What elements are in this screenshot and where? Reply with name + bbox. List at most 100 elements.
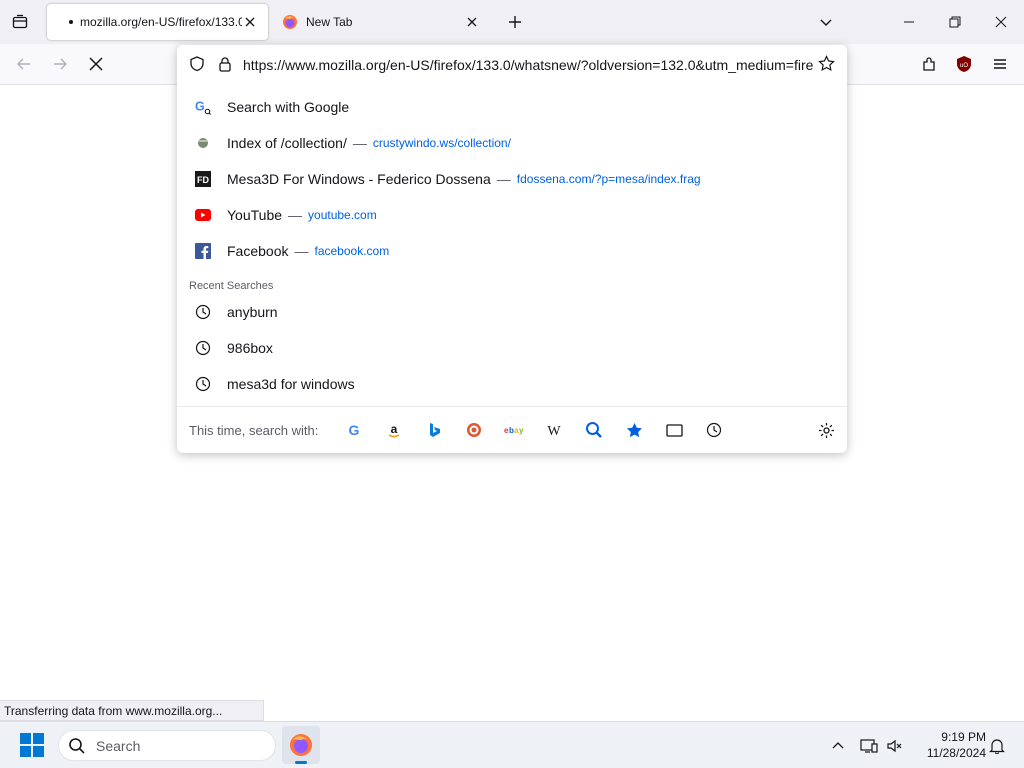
close-icon bbox=[467, 17, 477, 27]
urlbar[interactable]: https://www.mozilla.org/en-US/firefox/13… bbox=[177, 45, 847, 83]
suggestion-search-google[interactable]: G Search with Google bbox=[189, 90, 835, 124]
tab-close-button[interactable] bbox=[464, 14, 480, 30]
suggestion-title: YouTube bbox=[227, 207, 283, 223]
history-clock-icon[interactable] bbox=[704, 420, 724, 440]
stop-button[interactable] bbox=[84, 52, 108, 76]
app-menu-button[interactable] bbox=[988, 52, 1012, 76]
close-icon bbox=[995, 16, 1007, 28]
amazon-engine-icon[interactable]: a bbox=[384, 420, 404, 440]
recent-search-item[interactable]: anyburn bbox=[189, 295, 835, 329]
svg-text:G: G bbox=[195, 100, 205, 114]
ublock-button[interactable]: uO bbox=[952, 52, 976, 76]
youtube-icon bbox=[195, 207, 211, 223]
notifications-button[interactable] bbox=[987, 736, 1007, 756]
close-window-button[interactable] bbox=[978, 0, 1024, 44]
svg-text:y: y bbox=[519, 426, 524, 435]
speaker-muted-icon bbox=[887, 739, 902, 753]
clock-time: 9:19 PM bbox=[941, 730, 986, 744]
firefox-favicon bbox=[282, 14, 298, 30]
restore-button[interactable] bbox=[932, 0, 978, 44]
chevron-down-icon bbox=[820, 19, 832, 26]
search-icon bbox=[69, 737, 85, 754]
suggestion-top-site[interactable]: YouTube — youtube.com bbox=[189, 198, 835, 232]
suggestion-title: Mesa3D For Windows - Federico Dossena bbox=[227, 171, 491, 187]
bookmark-star-icon[interactable] bbox=[818, 55, 835, 77]
windows-taskbar: Search 9:19 PM 11/28/2024 bbox=[0, 721, 1024, 768]
svg-text:FD: FD bbox=[197, 175, 209, 185]
tracking-protection-shield-icon[interactable] bbox=[189, 56, 205, 77]
separator-dash: — bbox=[294, 243, 309, 259]
search-engine-magnifier-icon[interactable] bbox=[584, 420, 604, 440]
ebay-engine-icon[interactable]: ebay bbox=[504, 420, 524, 440]
forward-arrow-icon bbox=[54, 58, 67, 70]
urlbar-dropdown: https://www.mozilla.org/en-US/firefox/13… bbox=[177, 45, 847, 453]
network-button[interactable] bbox=[859, 736, 879, 756]
recent-search-item[interactable]: 986box bbox=[189, 331, 835, 365]
separator-dash: — bbox=[288, 207, 303, 223]
network-icon bbox=[860, 739, 878, 753]
google-engine-icon[interactable]: G bbox=[344, 420, 364, 440]
stop-icon bbox=[89, 57, 103, 71]
windows-logo-icon bbox=[20, 733, 44, 757]
ublock-shield-icon: uO bbox=[957, 56, 971, 72]
taskbar-clock[interactable]: 9:19 PM 11/28/2024 bbox=[914, 729, 986, 761]
suggestion-title: Index of /collection/ bbox=[227, 135, 347, 151]
suggestion-url: crustywindo.ws/collection/ bbox=[372, 136, 511, 150]
history-clock-icon bbox=[195, 376, 211, 392]
suggestion-title: Search with Google bbox=[227, 99, 350, 115]
bell-icon bbox=[989, 739, 1005, 754]
suggestion-top-site[interactable]: Facebook — facebook.com bbox=[189, 234, 835, 268]
facebook-icon bbox=[195, 243, 211, 259]
back-arrow-icon bbox=[17, 58, 30, 70]
separator-dash: — bbox=[352, 135, 367, 151]
recent-search-item[interactable]: mesa3d for windows bbox=[189, 367, 835, 401]
taskbar-search-box[interactable]: Search bbox=[58, 730, 276, 761]
search-placeholder: Search bbox=[96, 737, 141, 754]
hamburger-menu-icon bbox=[994, 59, 1006, 69]
tabs-icon[interactable] bbox=[664, 420, 684, 440]
firefox-view-button[interactable] bbox=[8, 10, 32, 34]
loading-indicator bbox=[69, 20, 73, 24]
search-settings-gear-icon[interactable] bbox=[816, 420, 836, 440]
puzzle-icon bbox=[923, 57, 935, 71]
bookmarks-star-icon[interactable] bbox=[624, 420, 644, 440]
svg-text:a: a bbox=[391, 422, 398, 436]
history-clock-icon bbox=[195, 340, 211, 356]
volume-button[interactable] bbox=[885, 736, 905, 756]
minimize-button[interactable] bbox=[886, 0, 932, 44]
bing-engine-icon[interactable] bbox=[424, 420, 444, 440]
status-panel: Transferring data from www.mozilla.org..… bbox=[0, 700, 264, 721]
suggestion-title: Facebook bbox=[227, 243, 289, 259]
tab-new-tab[interactable]: New Tab bbox=[272, 4, 490, 40]
extensions-button[interactable] bbox=[917, 52, 941, 76]
close-icon bbox=[245, 17, 255, 27]
new-tab-button[interactable] bbox=[505, 12, 525, 32]
back-button[interactable] bbox=[12, 52, 36, 76]
start-button[interactable] bbox=[20, 733, 44, 757]
recent-searches-heading: Recent Searches bbox=[189, 280, 274, 292]
tab-strip: mozilla.org/en-US/firefox/133.0 New Tab bbox=[0, 0, 1024, 44]
suggestion-history[interactable]: Index of /collection/ — crustywindo.ws/c… bbox=[189, 126, 835, 160]
firefox-icon bbox=[290, 734, 312, 756]
suggestion-history[interactable]: FD Mesa3D For Windows - Federico Dossena… bbox=[189, 162, 835, 196]
wikipedia-engine-icon[interactable]: W bbox=[544, 420, 564, 440]
running-indicator bbox=[295, 761, 307, 764]
one-off-label: This time, search with: bbox=[189, 423, 319, 438]
recent-search-text: 986box bbox=[227, 340, 273, 356]
tab-close-button[interactable] bbox=[242, 14, 258, 30]
google-search-icon: G bbox=[195, 99, 211, 115]
show-hidden-icons-button[interactable] bbox=[828, 736, 848, 756]
tab-title: New Tab bbox=[306, 15, 353, 29]
clock-date: 11/28/2024 bbox=[926, 746, 986, 760]
forward-button[interactable] bbox=[48, 52, 72, 76]
suggestion-url: fdossena.com/?p=mesa/index.frag bbox=[516, 172, 701, 186]
separator-dash: — bbox=[496, 171, 511, 187]
taskbar-firefox-app[interactable] bbox=[282, 726, 320, 764]
url-input[interactable]: https://www.mozilla.org/en-US/firefox/13… bbox=[243, 57, 813, 73]
recent-search-text: mesa3d for windows bbox=[227, 376, 355, 392]
lock-icon[interactable] bbox=[217, 56, 233, 77]
duckduckgo-engine-icon[interactable] bbox=[464, 420, 484, 440]
svg-text:uO: uO bbox=[960, 63, 968, 69]
list-all-tabs-button[interactable] bbox=[816, 12, 836, 32]
tab-mozilla[interactable]: mozilla.org/en-US/firefox/133.0 bbox=[47, 4, 268, 40]
